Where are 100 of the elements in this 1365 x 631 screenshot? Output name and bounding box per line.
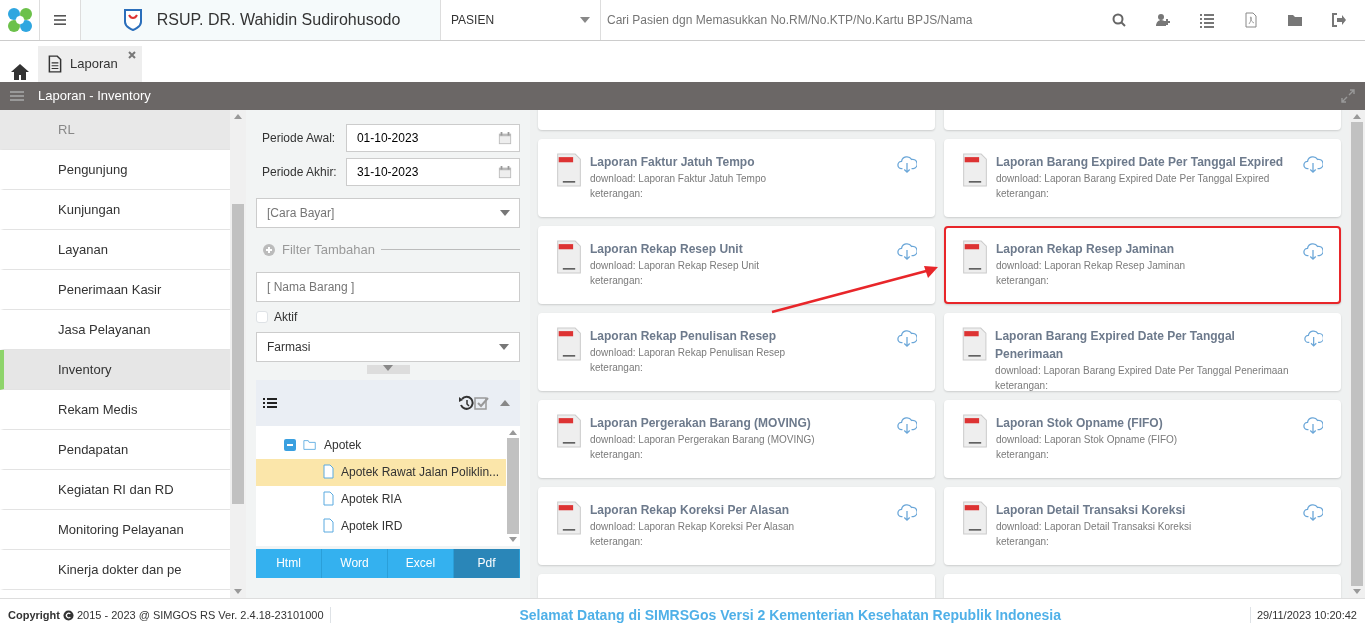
collapse-icon[interactable] — [284, 439, 296, 451]
report-title: Laporan Rekap Resep Jaminan — [996, 241, 1176, 258]
document-icon — [46, 55, 64, 73]
scroll-up-icon[interactable] — [234, 114, 242, 119]
scroll-down-icon[interactable] — [509, 536, 517, 542]
collapse-handle[interactable] — [366, 364, 410, 374]
folder-icon — [302, 438, 318, 452]
logout-icon[interactable] — [1331, 12, 1347, 28]
list-icon[interactable] — [262, 395, 278, 410]
reset-icon[interactable] — [458, 394, 474, 411]
welcome-text: Selamat Datang di SIMRSGos Versi 2 Kementerian Kesehatan Republik Indonesia — [518, 605, 1062, 625]
report-tab[interactable]: Laporan — [38, 46, 142, 82]
hospital-name: RSUP. DR. Wahidin Sudirohusodo — [156, 10, 401, 30]
download-text: download: Laporan Barang Expired Date Per Tanggal Penerimaan — [995, 364, 1290, 378]
cloud-download-icon[interactable] — [1303, 240, 1323, 262]
tree-item[interactable]: Apotek RIA — [256, 485, 506, 513]
caret-icon — [580, 17, 590, 23]
download-text: download: Laporan Barang Expired Date Per Tanggal Expired — [996, 172, 1271, 186]
note-text: keterangan: — [590, 448, 644, 462]
report-file-icon — [556, 327, 582, 361]
report-title: Laporan Rekap Resep Unit — [590, 241, 744, 258]
report-file-icon — [556, 240, 582, 274]
calendar-icon[interactable] — [498, 165, 512, 179]
report-file-icon — [556, 153, 582, 187]
scroll-down-icon[interactable] — [1353, 589, 1361, 594]
note-text: keterangan: — [590, 187, 644, 201]
date-field[interactable]: 31-10-2023 — [345, 158, 520, 186]
calendar-icon[interactable] — [498, 131, 512, 145]
sidebar-item[interactable]: Inventory — [0, 350, 230, 390]
unit-dropdown[interactable]: Farmasi — [256, 331, 520, 362]
add-user-icon[interactable] — [1155, 12, 1171, 28]
report-card[interactable]: Laporan Rekap Resep Jaminan download: Laporan Rekap Resep Jaminan keterangan: — [944, 226, 1341, 304]
report-title: Laporan Faktur Jatuh Tempo — [590, 154, 756, 171]
home-icon[interactable] — [10, 62, 30, 82]
scroll-up-icon[interactable] — [1353, 114, 1361, 119]
cloud-download-icon[interactable] — [897, 240, 917, 262]
download-text: download: Laporan Rekap Penulisan Resep — [590, 346, 787, 360]
check-all-icon[interactable] — [474, 394, 490, 411]
tree-item[interactable]: Apotek IRD — [256, 512, 506, 540]
report-card[interactable]: Laporan Rekap Resep Unit download: Laporan Rekap Resep Unit keterangan: — [538, 226, 935, 304]
scrollbar-thumb[interactable] — [232, 204, 244, 504]
scrollbar-thumb[interactable] — [507, 437, 519, 534]
report-card[interactable]: Laporan Rekap Koreksi Per Alasan download: Laporan Rekap Koreksi Per Alasan keterangan: — [538, 487, 935, 565]
scroll-down-icon[interactable] — [234, 589, 242, 594]
download-text: download: Laporan Rekap Resep Unit — [590, 259, 760, 273]
section-label: Filter Tambahan — [282, 241, 375, 259]
checkbox-label: Aktif — [274, 308, 298, 326]
report-card[interactable]: Laporan Stok Opname (FIFO) download: Laporan Stok Opname (FIFO) keterangan: — [944, 400, 1341, 478]
panel-title: Laporan - Inventory — [38, 87, 152, 106]
version-text: 2015 - 2023 @ SIMGOS RS Ver. 2.4.18-23101000 — [76, 606, 331, 624]
search-icon[interactable] — [1111, 12, 1127, 28]
date-label: Periode Akhir: — [261, 164, 338, 181]
download-text: download: Laporan Pergerakan Barang (MOVING) — [590, 433, 816, 447]
date-field[interactable]: 01-10-2023 — [345, 124, 520, 152]
copyright-label: Copyright — [8, 607, 60, 623]
active-checkbox[interactable] — [256, 310, 268, 323]
report-title: Laporan Barang Expired Date Per Tanggal Penerimaan — [995, 328, 1236, 363]
patient-type-dropdown[interactable]: PASIEN — [441, 0, 601, 40]
report-title: Laporan Detail Transaksi Koreksi — [996, 502, 1187, 519]
note-text: keterangan: — [590, 274, 644, 288]
download-text: download: Laporan Rekap Koreksi Per Alasan — [590, 520, 796, 534]
download-text: download: Laporan Rekap Resep Jaminan — [996, 259, 1186, 273]
item-name-field[interactable]: [ Nama Barang ] — [256, 271, 520, 302]
cloud-download-icon[interactable] — [1303, 153, 1323, 175]
expand-icon[interactable] — [1341, 89, 1355, 103]
cloud-download-icon[interactable] — [897, 153, 917, 175]
tree-item[interactable]: Apotek Rawat Jalan Poliklin... — [256, 458, 506, 486]
add-circle-icon[interactable] — [262, 242, 276, 257]
payment-dropdown[interactable]: [Cara Bayar] — [256, 198, 520, 228]
cloud-download-icon[interactable] — [897, 501, 917, 523]
menu-icon[interactable] — [52, 12, 68, 28]
report-file-icon — [962, 153, 988, 187]
cloud-download-icon[interactable] — [897, 414, 917, 436]
report-card[interactable]: Laporan Faktur Jatuh Tempo download: Laporan Faktur Jatuh Tempo keterangan: — [538, 139, 935, 217]
collapse-icon[interactable] — [500, 399, 510, 406]
tree-item[interactable]: Apotek — [256, 431, 506, 459]
report-card[interactable]: Laporan Barang Expired Date Per Tanggal Penerimaan download: Laporan Barang Expired Date Per Tanggal Penerimaan keterangan: — [944, 313, 1341, 391]
date-label: Periode Awal: — [261, 130, 337, 147]
report-title: Laporan Pergerakan Barang (MOVING) — [590, 415, 812, 432]
export-button[interactable]: Pdf — [454, 548, 520, 578]
scrollbar-thumb[interactable] — [1351, 122, 1363, 586]
report-file-icon — [556, 414, 582, 448]
report-card[interactable]: Laporan Pergerakan Barang (MOVING) download: Laporan Pergerakan Barang (MOVING) keterangan: — [538, 400, 935, 478]
folder-icon[interactable] — [1287, 12, 1303, 28]
download-text: download: Laporan Detail Transaksi Koreksi — [996, 520, 1193, 534]
report-card[interactable]: Laporan Detail Transaksi Koreksi download: Laporan Detail Transaksi Koreksi keterangan: — [944, 487, 1341, 565]
report-file-icon — [962, 414, 988, 448]
cloud-download-icon[interactable] — [1303, 501, 1323, 523]
cloud-download-icon[interactable] — [1303, 414, 1323, 436]
download-text: download: Laporan Faktur Jatuh Tempo — [590, 172, 768, 186]
scroll-up-icon[interactable] — [509, 429, 517, 435]
note-text: keterangan: — [995, 379, 1049, 393]
close-icon[interactable] — [126, 50, 137, 60]
cloud-download-icon[interactable] — [1303, 327, 1323, 349]
file-icon — [322, 518, 335, 534]
pdf-file-icon[interactable] — [1243, 12, 1259, 28]
report-card[interactable]: Laporan Barang Expired Date Per Tanggal Expired download: Laporan Barang Expired Date Per Tanggal Expired keterangan: — [944, 139, 1341, 217]
report-card[interactable]: Laporan Rekap Penulisan Resep download: Laporan Rekap Penulisan Resep keterangan: — [538, 313, 935, 391]
report-file-icon — [962, 501, 988, 535]
cloud-download-icon[interactable] — [897, 327, 917, 349]
